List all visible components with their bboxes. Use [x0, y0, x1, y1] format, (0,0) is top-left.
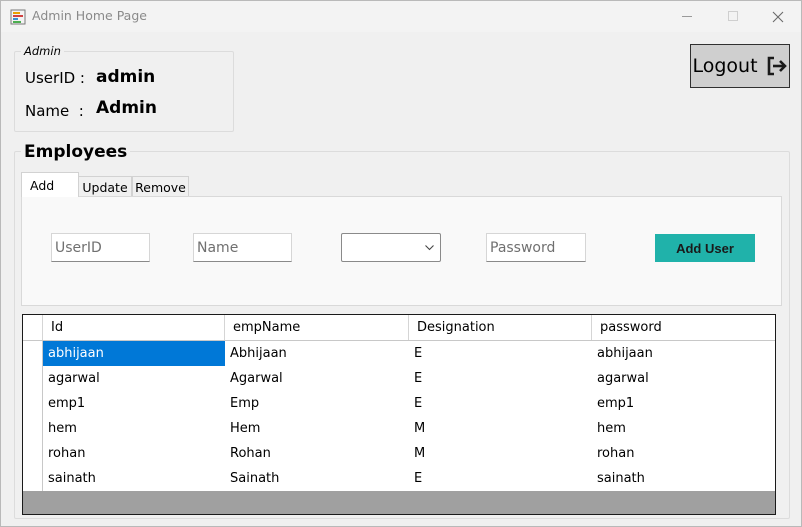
table-cell[interactable]: E [409, 366, 592, 391]
table-cell[interactable]: E [409, 391, 592, 416]
table-cell[interactable]: E [409, 466, 592, 491]
column-header-empname[interactable]: empName [225, 315, 409, 340]
table-cell[interactable]: sainath [43, 466, 225, 491]
column-header-designation[interactable]: Designation [409, 315, 592, 340]
table-cell[interactable]: hem [43, 416, 225, 441]
name-value: Admin [96, 98, 157, 118]
table-cell[interactable]: Emp [225, 391, 409, 416]
table-cell[interactable]: emp1 [43, 391, 225, 416]
table-cell[interactable]: emp1 [592, 391, 775, 416]
admin-legend: Admin [21, 44, 64, 58]
password-input[interactable] [486, 233, 586, 262]
tab-update[interactable]: Update [78, 176, 132, 197]
tab-remove[interactable]: Remove [132, 176, 189, 197]
table-cell[interactable]: sainath [592, 466, 775, 491]
table-cell[interactable]: Sainath [225, 466, 409, 491]
table-row[interactable]: agarwal Agarwal E agarwal [23, 366, 775, 391]
table-row[interactable]: sainath Sainath E sainath [23, 466, 775, 491]
employees-grid[interactable]: Id empName Designation password abhijaan… [22, 314, 776, 515]
table-cell[interactable]: agarwal [43, 366, 225, 391]
minimize-icon [681, 16, 692, 17]
table-cell[interactable]: M [409, 441, 592, 466]
table-cell[interactable]: agarwal [592, 366, 775, 391]
table-cell[interactable]: abhijaan [43, 341, 225, 366]
designation-select[interactable] [341, 233, 441, 262]
table-cell[interactable]: M [409, 416, 592, 441]
table-cell[interactable]: Rohan [225, 441, 409, 466]
table-row[interactable]: hem Hem M hem [23, 416, 775, 441]
title-bar[interactable]: Admin Home Page [1, 1, 801, 32]
grid-header-row: Id empName Designation password [23, 315, 775, 341]
table-cell[interactable]: Agarwal [225, 366, 409, 391]
logout-icon [767, 56, 787, 76]
add-user-button[interactable]: Add User [655, 234, 755, 262]
table-cell[interactable]: hem [592, 416, 775, 441]
row-header[interactable] [23, 366, 43, 391]
employees-legend: Employees [21, 142, 131, 162]
row-header[interactable] [23, 441, 43, 466]
table-row[interactable]: abhijaan Abhijaan E abhijaan [23, 341, 775, 366]
logout-label: Logout [692, 55, 758, 77]
row-header[interactable] [23, 416, 43, 441]
tab-add[interactable]: Add [21, 172, 79, 197]
chevron-down-icon [425, 245, 434, 251]
userid-value: admin [96, 67, 156, 87]
close-icon [772, 11, 784, 22]
maximize-button[interactable] [710, 1, 756, 32]
window-title: Admin Home Page [32, 8, 147, 23]
table-cell[interactable]: rohan [592, 441, 775, 466]
column-header-password[interactable]: password [592, 315, 775, 340]
row-header[interactable] [23, 466, 43, 491]
name-label: Name : [25, 102, 84, 120]
app-icon [10, 9, 26, 25]
table-row[interactable]: emp1 Emp E emp1 [23, 391, 775, 416]
name-input[interactable] [193, 233, 292, 262]
table-cell[interactable]: Hem [225, 416, 409, 441]
table-row[interactable]: rohan Rohan M rohan [23, 441, 775, 466]
table-cell[interactable]: rohan [43, 441, 225, 466]
maximize-icon [727, 11, 738, 21]
app-window: Admin Home Page Admin UserID : admin Nam… [0, 0, 802, 527]
userid-input[interactable] [51, 233, 150, 262]
userid-label: UserID : [25, 69, 85, 87]
table-cell[interactable]: Abhijaan [225, 341, 409, 366]
table-cell[interactable]: E [409, 341, 592, 366]
table-cell[interactable]: abhijaan [592, 341, 775, 366]
column-header-id[interactable]: Id [43, 315, 225, 340]
row-header[interactable] [23, 391, 43, 416]
minimize-button[interactable] [664, 1, 710, 32]
close-button[interactable] [755, 1, 801, 32]
logout-button[interactable]: Logout [690, 44, 790, 88]
row-header[interactable] [23, 341, 43, 366]
row-header-corner[interactable] [23, 315, 43, 340]
